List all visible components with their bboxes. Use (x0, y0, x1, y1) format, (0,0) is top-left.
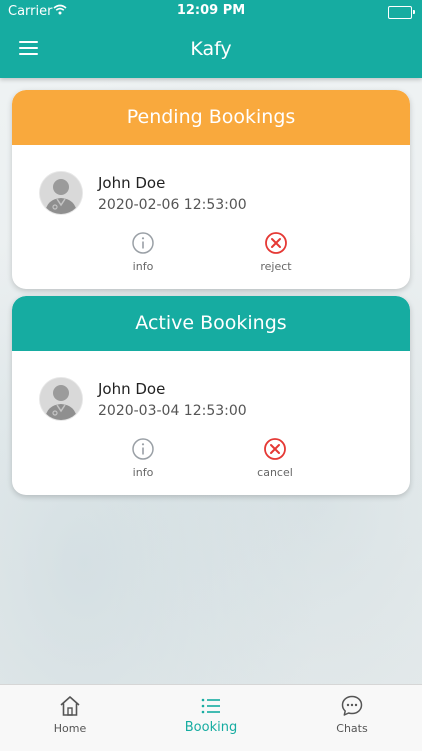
tab-chats[interactable]: Chats (282, 685, 422, 751)
booking-datetime: 2020-02-06 12:53:00 (98, 197, 247, 213)
info-icon (132, 232, 154, 254)
tab-chats-label: Chats (336, 722, 368, 735)
battery-icon (388, 6, 415, 19)
avatar[interactable] (40, 378, 82, 420)
x-circle-icon (264, 438, 286, 460)
tab-booking-label: Booking (184, 720, 238, 735)
active-bookings-card: Active Bookings John Doe 2020-03-04 12:5… (12, 296, 410, 495)
reject-label: reject (260, 260, 292, 273)
active-bookings-title: Active Bookings (12, 296, 410, 351)
list-icon (201, 698, 220, 714)
app-header: Carrier 12:09 PM Kafy (0, 0, 422, 78)
status-bar: Carrier 12:09 PM (0, 0, 422, 22)
cancel-button[interactable]: cancel (245, 437, 305, 479)
avatar[interactable] (40, 172, 82, 214)
patient-name: John Doe (98, 380, 166, 398)
chat-bubble-icon (341, 695, 363, 716)
info-button[interactable]: info (113, 437, 173, 479)
info-button[interactable]: info (113, 231, 173, 273)
pending-bookings-card: Pending Bookings John Doe 2020-02-06 12:… (12, 90, 410, 289)
tab-home-label: Home (53, 722, 87, 735)
tab-booking[interactable]: Booking (141, 685, 281, 751)
bottom-tab-bar: Home Booking Chats (0, 684, 422, 751)
patient-name: John Doe (98, 174, 166, 192)
cancel-label: cancel (257, 466, 293, 479)
info-label: info (132, 260, 154, 273)
user-avatar-icon (40, 172, 82, 214)
pending-bookings-title: Pending Bookings (12, 90, 410, 145)
status-time: 12:09 PM (176, 3, 246, 18)
tab-home[interactable]: Home (0, 685, 140, 751)
x-circle-icon (265, 232, 287, 254)
home-icon (60, 696, 80, 716)
user-avatar-icon (40, 378, 82, 420)
reject-button[interactable]: reject (246, 231, 306, 273)
info-icon (132, 438, 154, 460)
booking-datetime: 2020-03-04 12:53:00 (98, 403, 247, 419)
page-title: Kafy (190, 38, 232, 60)
info-label: info (132, 466, 154, 479)
